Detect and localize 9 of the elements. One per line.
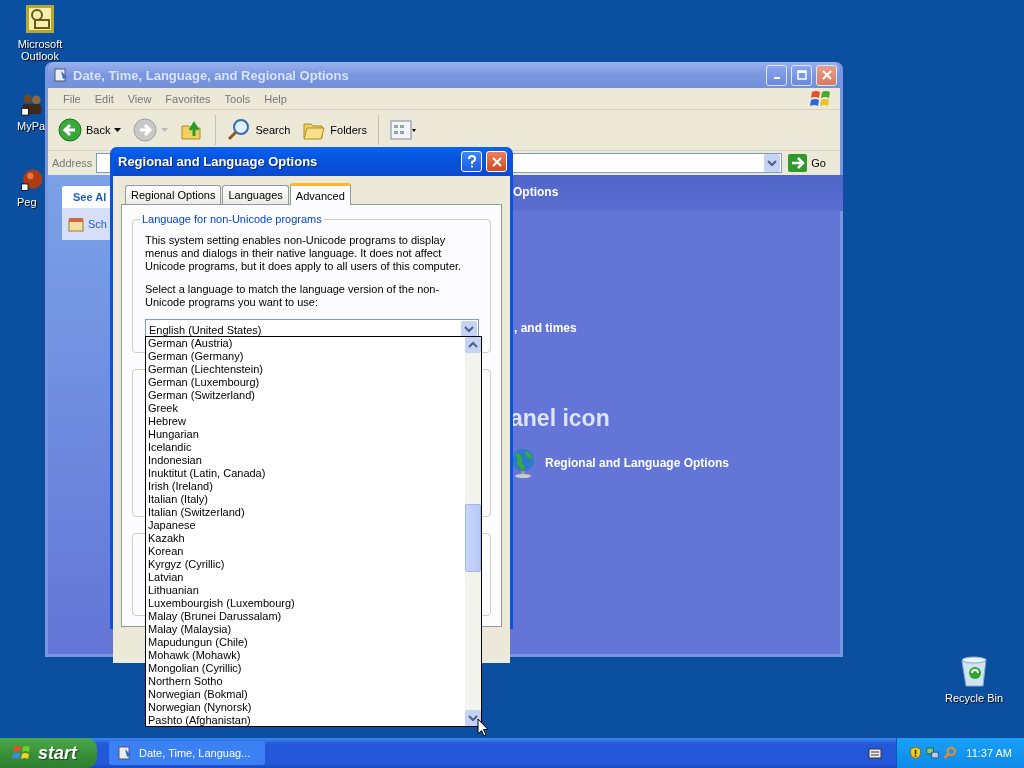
window-title: Date, Time, Language, and Regional Options <box>73 67 349 83</box>
clock: 11:37 AM <box>966 747 1012 759</box>
section-heading: anel icon <box>510 405 610 432</box>
description-text: This system setting enables non-Unicode programs to display menus and dialogs in their native language. It does not affect Unicode programs, but it does apply to all users of this computer. <box>145 234 463 273</box>
address-label: Address <box>52 157 93 169</box>
dialog-title: Regional and Language Options <box>118 154 318 169</box>
description-text: Select a language to match the language version of the non-Unicode programs you want to use: <box>145 283 441 309</box>
group-title: Language for non-Unicode programs <box>140 213 324 225</box>
category-heading: Options <box>510 175 843 211</box>
